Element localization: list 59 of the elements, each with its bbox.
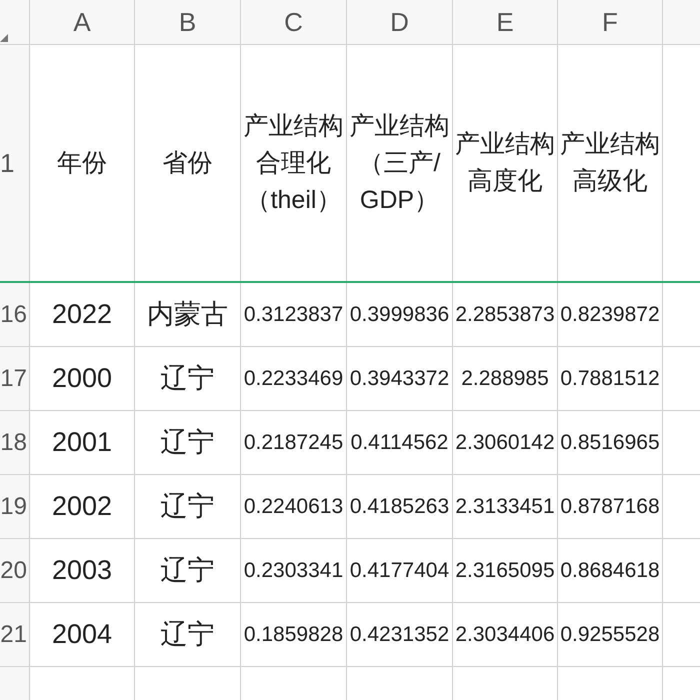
row-header[interactable]: 19	[0, 475, 30, 539]
table-cell: 0.2233469	[241, 347, 347, 411]
table-cell: 0.4114562	[347, 411, 453, 475]
table-cell: 0.8516965	[558, 411, 663, 475]
header-cell: 产业结构合理化（theil）	[241, 45, 347, 281]
row-header[interactable]: 20	[0, 539, 30, 603]
table-cell: 辽宁	[135, 539, 241, 603]
table-cell: 0.4185263	[347, 475, 453, 539]
table-cell: 2.3133451	[453, 475, 558, 539]
header-cell: 产业结构高度化	[453, 45, 558, 281]
table-cell: 2.3060142	[453, 411, 558, 475]
row-header[interactable]: 1	[0, 45, 30, 281]
column-header[interactable]: B	[135, 0, 241, 45]
column-header[interactable]: F	[558, 0, 663, 45]
column-header[interactable]: A	[30, 0, 135, 45]
table-cell: 2002	[30, 475, 135, 539]
table-cell: 2004	[30, 603, 135, 667]
table-cell: 0.1859828	[241, 603, 347, 667]
table-cell: 0.8684618	[558, 539, 663, 603]
table-cell: 2000	[30, 347, 135, 411]
row-header[interactable]: 18	[0, 411, 30, 475]
table-cell: 2001	[30, 411, 135, 475]
row-header[interactable]: 21	[0, 603, 30, 667]
header-cell: 年份	[30, 45, 135, 281]
column-header[interactable]: D	[347, 0, 453, 45]
table-cell: 2.2853873	[453, 283, 558, 347]
table-cell: 2.288985	[453, 347, 558, 411]
header-cell: 省份	[135, 45, 241, 281]
table-cell: 0.4177404	[347, 539, 453, 603]
table-cell: 辽宁	[135, 411, 241, 475]
table-cell: 0.9255528	[558, 603, 663, 667]
header-cell: 产业结构高级化	[558, 45, 663, 281]
table-cell: 0.2240613	[241, 475, 347, 539]
triangle-icon	[0, 34, 8, 42]
select-all-button[interactable]	[0, 0, 30, 45]
table-cell: 辽宁	[135, 603, 241, 667]
table-cell: 0.7881512	[558, 347, 663, 411]
table-cell: 辽宁	[135, 475, 241, 539]
column-header[interactable]: E	[453, 0, 558, 45]
table-cell: 0.3123837	[241, 283, 347, 347]
row-header[interactable]: 17	[0, 347, 30, 411]
table-cell: 辽宁	[135, 347, 241, 411]
table-cell: 2022	[30, 283, 135, 347]
table-cell: 0.8787168	[558, 475, 663, 539]
table-cell: 2.3034406	[453, 603, 558, 667]
row-header[interactable]: 16	[0, 283, 30, 347]
table-cell: 内蒙古	[135, 283, 241, 347]
table-cell: 2003	[30, 539, 135, 603]
table-cell: 0.8239872	[558, 283, 663, 347]
table-cell: 0.2303341	[241, 539, 347, 603]
table-cell: 0.2187245	[241, 411, 347, 475]
table-cell: 0.3999836	[347, 283, 453, 347]
row-header[interactable]	[0, 667, 30, 700]
table-cell: 0.4231352	[347, 603, 453, 667]
header-cell: 产业结构（三产/GDP）	[347, 45, 453, 281]
column-header[interactable]: C	[241, 0, 347, 45]
column-header[interactable]	[663, 0, 700, 45]
table-cell: 0.3943372	[347, 347, 453, 411]
table-cell: 2.3165095	[453, 539, 558, 603]
